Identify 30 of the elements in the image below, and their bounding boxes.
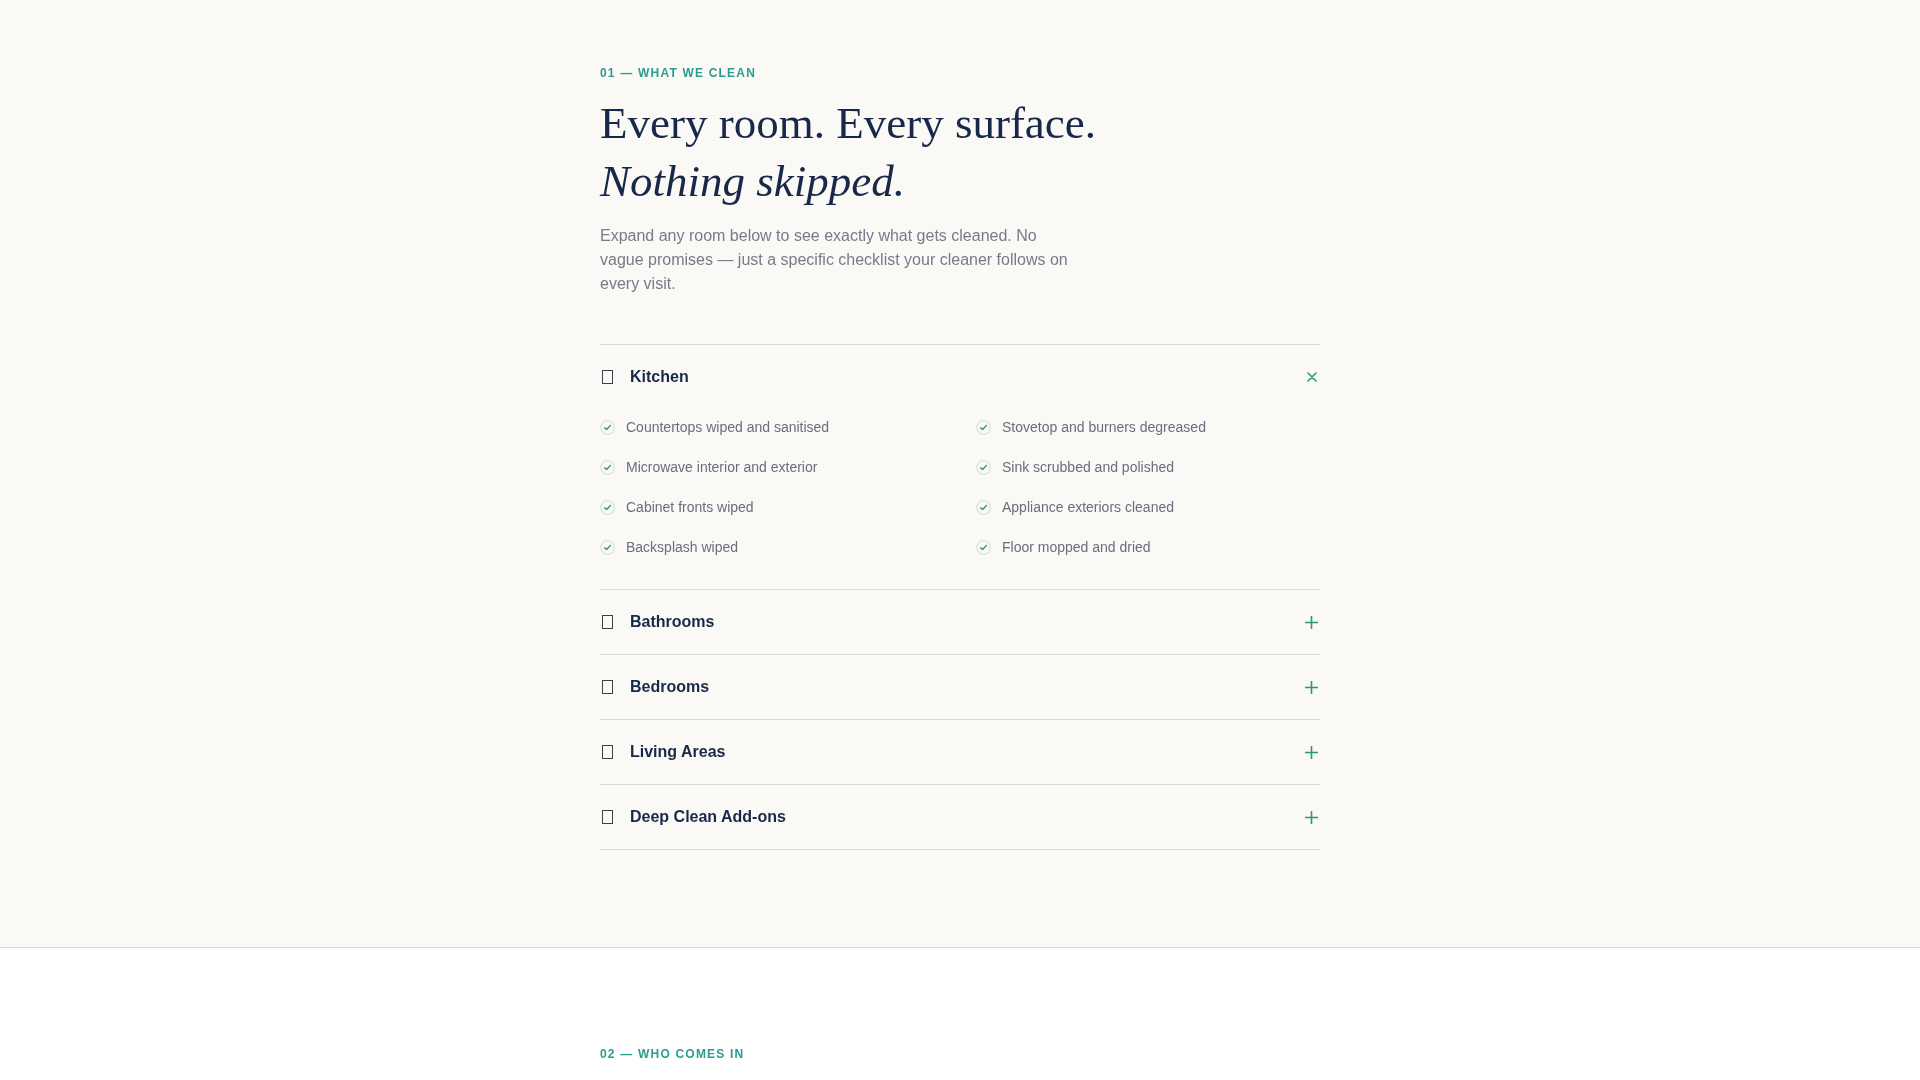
accordion-header[interactable]: Bathrooms	[600, 590, 1320, 654]
rectangle-icon	[602, 370, 613, 384]
checklist-item: Stovetop and burners degreased	[1002, 418, 1206, 437]
section-eyebrow: 01 — WHAT WE CLEAN	[600, 65, 757, 81]
check-icon	[600, 539, 615, 555]
rectangle-icon	[602, 810, 613, 824]
check-icon	[600, 419, 615, 435]
checklist-item: Floor mopped and dried	[1002, 538, 1151, 557]
rectangle-icon	[602, 745, 613, 759]
accordion-header[interactable]: Living Areas	[600, 720, 1320, 784]
rectangle-icon	[602, 615, 613, 629]
checklist-item: Microwave interior and exterior	[626, 458, 818, 477]
check-icon	[600, 499, 615, 515]
accordion-header[interactable]: Bedrooms	[600, 655, 1320, 719]
check-icon	[976, 499, 991, 515]
accordion-header[interactable]: Deep Clean Add-ons	[600, 785, 1320, 849]
rectangle-icon	[602, 680, 613, 694]
checklist-item: Sink scrubbed and polished	[1002, 458, 1174, 477]
check-icon	[976, 419, 991, 435]
accordion-header[interactable]: Kitchen	[600, 345, 1320, 409]
check-icon	[976, 459, 991, 475]
checklist-item: Countertops wiped and sanitised	[626, 418, 830, 437]
section-heading: Every room. Every surface. Nothing skipped.	[600, 97, 1097, 208]
check-icon	[976, 539, 991, 555]
checklist-item: Appliance exteriors cleaned	[1002, 498, 1174, 517]
section-eyebrow: 02 — WHO COMES IN	[600, 1046, 745, 1062]
intro-paragraph: Expand any room below to see exactly what gets cleaned. No vague promises — just a specific checklist your cleaner follows on every visit.	[600, 226, 1069, 294]
check-icon	[600, 459, 615, 475]
checklist-item: Backsplash wiped	[626, 538, 739, 557]
checklist-item: Cabinet fronts wiped	[626, 498, 754, 517]
